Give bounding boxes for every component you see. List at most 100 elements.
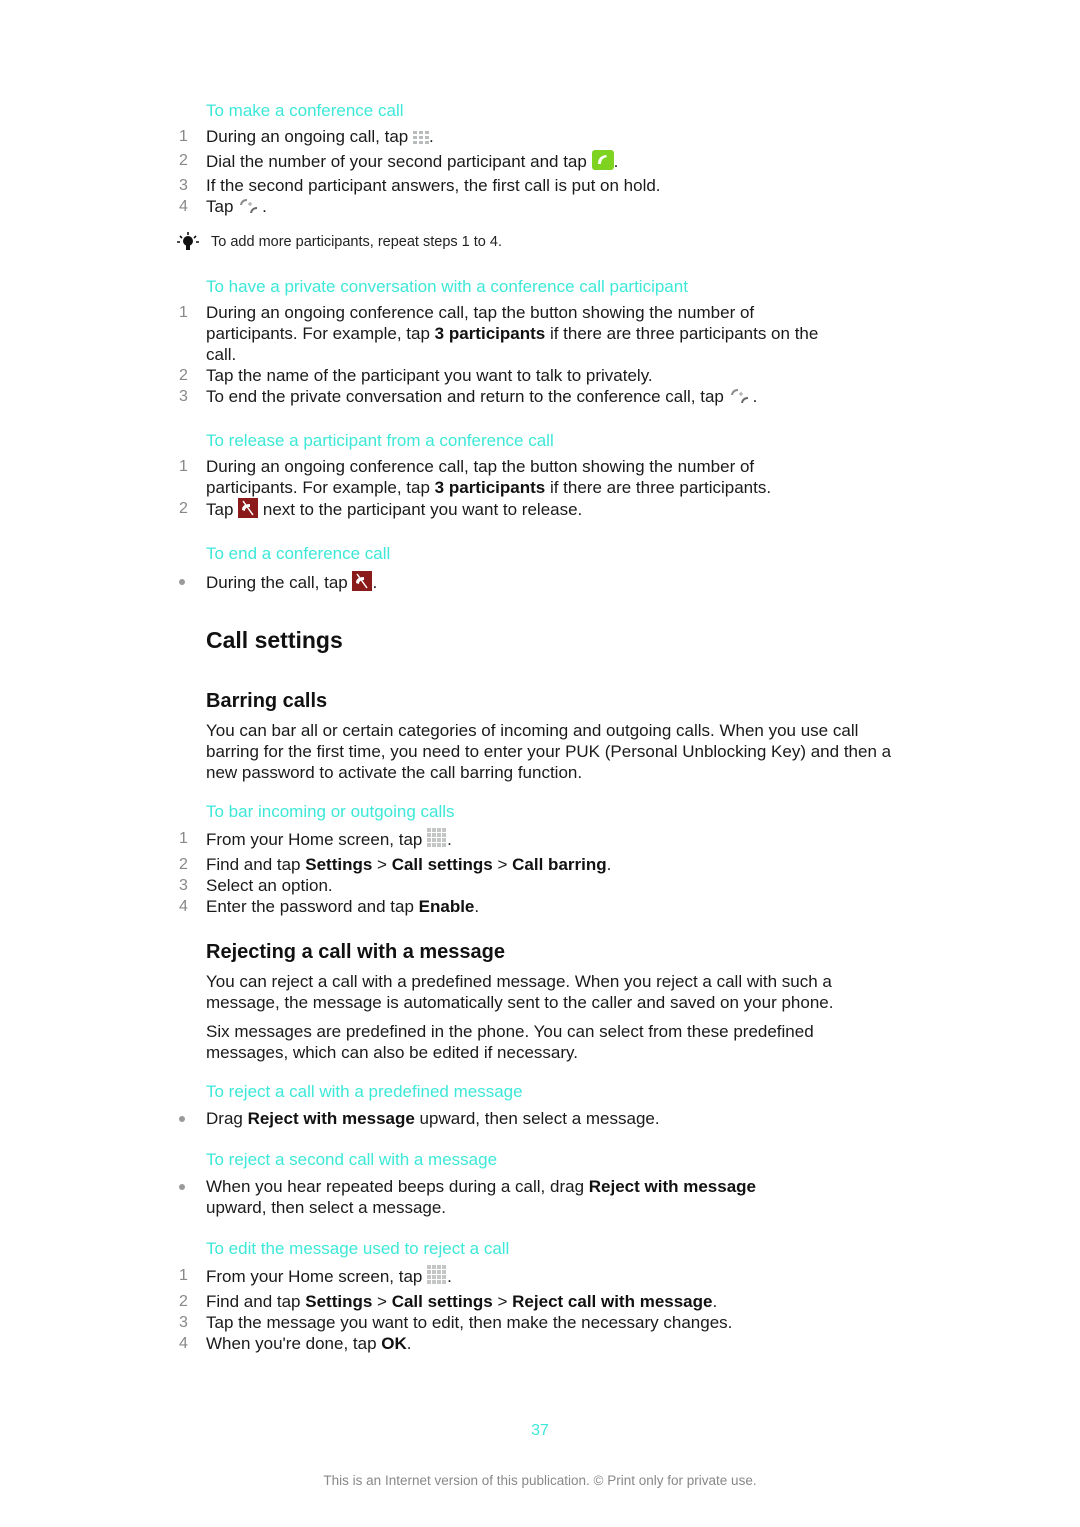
task-end-conference: To end a conference call During the call… — [179, 543, 896, 596]
step-item: 2 Find and tap Settings > Call settings … — [179, 1291, 896, 1312]
steps-list: 1 From your Home screen, tap . 2 Find an… — [179, 1265, 896, 1354]
ui-term: Call settings — [391, 1292, 493, 1311]
step-number: 4 — [179, 1335, 188, 1352]
step-number: 2 — [179, 856, 188, 873]
merge-calls-icon — [729, 387, 753, 410]
step-text: . — [447, 1267, 452, 1286]
steps-list: 1 From your Home screen, tap . 2 Find an… — [179, 828, 896, 917]
step-number: 1 — [179, 128, 188, 145]
ui-term: Settings — [305, 855, 373, 874]
step-text: When you hear repeated beeps during a ca… — [206, 1177, 589, 1196]
step-number: 4 — [179, 198, 188, 215]
dialpad-icon — [412, 129, 429, 150]
step-text: . — [752, 387, 758, 406]
step-text: Tap — [206, 500, 239, 519]
path-separator: > — [492, 1292, 513, 1311]
steps-list: 1 During an ongoing conference call, tap… — [179, 302, 896, 410]
task-edit-reject-message: To edit the message used to reject a cal… — [179, 1238, 896, 1354]
green-call-icon — [591, 150, 614, 175]
bullet-icon — [179, 1184, 185, 1190]
task-title: To reject a second call with a message — [206, 1150, 498, 1169]
app-grid-icon — [427, 828, 447, 854]
step-text: Tap — [206, 197, 239, 216]
ui-term: Settings — [305, 1292, 373, 1311]
manual-page: To make a conference call 1 During an on… — [0, 0, 1080, 1527]
step-item: 1 During an ongoing conference call, tap… — [179, 302, 846, 365]
step-text: Find and tap — [206, 855, 306, 874]
step-item: When you hear repeated beeps during a ca… — [179, 1176, 806, 1218]
step-item: 2 Tap next to the participant you want t… — [179, 498, 896, 523]
ui-term: Reject with message — [588, 1177, 756, 1196]
step-number: 2 — [179, 500, 188, 517]
end-call-icon — [238, 498, 259, 523]
ui-term: 3 participants — [434, 324, 546, 343]
path-separator: > — [372, 1292, 392, 1311]
task-title: To have a private conversation with a co… — [206, 277, 688, 296]
steps-list: When you hear repeated beeps during a ca… — [179, 1176, 896, 1218]
step-item: During the call, tap . — [179, 571, 896, 596]
step-item: 1 During an ongoing conference call, tap… — [179, 456, 836, 498]
path-separator: > — [492, 855, 513, 874]
subsection-heading: Rejecting a call with a message — [206, 941, 506, 963]
step-text: . — [606, 855, 612, 874]
step-item: 2 Tap the name of the participant you wa… — [179, 365, 896, 386]
step-text: Tap the message you want to edit, then m… — [206, 1313, 733, 1332]
step-item: 3 Tap the message you want to edit, then… — [179, 1312, 896, 1333]
steps-list: Drag Reject with message upward, then se… — [179, 1108, 896, 1129]
ui-term: OK — [381, 1334, 407, 1353]
step-number: 1 — [179, 830, 188, 847]
step-text: next to the participant you want to rele… — [258, 500, 583, 519]
subsection-heading: Barring calls — [206, 690, 328, 712]
step-item: 3 Select an option. — [179, 875, 896, 896]
step-number: 2 — [179, 152, 188, 169]
step-text: . — [428, 127, 434, 146]
step-text: Find and tap — [206, 1292, 306, 1311]
bullet-icon — [179, 579, 185, 585]
task-reject-second-call: To reject a second call with a message W… — [179, 1149, 896, 1218]
step-number: 1 — [179, 1267, 188, 1284]
task-release-participant: To release a participant from a conferen… — [179, 430, 896, 523]
step-number: 1 — [179, 458, 188, 475]
step-text: upward, then select a message. — [414, 1109, 660, 1128]
step-text: Dial the number of your second participa… — [206, 152, 592, 171]
task-make-conference-call: To make a conference call 1 During an on… — [177, 100, 896, 252]
step-number: 3 — [179, 877, 188, 894]
task-title: To edit the message used to reject a cal… — [206, 1239, 510, 1258]
tip-note: To add more participants, repeat steps 1… — [177, 232, 896, 252]
tip-text: To add more participants, repeat steps 1… — [211, 234, 502, 250]
task-private-conversation: To have a private conversation with a co… — [179, 276, 896, 410]
step-item: 1 From your Home screen, tap . — [179, 828, 896, 854]
task-bar-calls: To bar incoming or outgoing calls 1 From… — [179, 801, 896, 917]
step-text: From your Home screen, tap — [206, 830, 428, 849]
task-title: To bar incoming or outgoing calls — [206, 802, 455, 821]
step-number: 4 — [179, 898, 188, 915]
step-text: Tap the name of the participant you want… — [206, 366, 653, 385]
paragraph: Six messages are predefined in the phone… — [206, 1022, 814, 1062]
step-item: 2 Find and tap Settings > Call settings … — [179, 854, 896, 875]
step-text: . — [712, 1292, 718, 1311]
task-title: To reject a call with a predefined messa… — [206, 1082, 523, 1101]
step-item: 3 If the second participant answers, the… — [179, 175, 896, 196]
step-text: To end the private conversation and retu… — [206, 387, 729, 406]
section-heading: Call settings — [206, 627, 343, 653]
ui-term: Call barring — [512, 855, 607, 874]
steps-list: 1 During an ongoing conference call, tap… — [179, 456, 896, 523]
page-content: To make a conference call 1 During an on… — [177, 100, 896, 1354]
step-text: . — [406, 1334, 412, 1353]
step-text: . — [262, 197, 267, 216]
step-text: From your Home screen, tap — [206, 1267, 428, 1286]
bullet-icon — [179, 1116, 185, 1122]
step-item: 1 During an ongoing call, tap . — [179, 126, 896, 150]
step-text: If the second participant answers, the f… — [206, 176, 661, 195]
paragraph: You can bar all or certain categories of… — [206, 721, 892, 782]
step-item: 1 From your Home screen, tap . — [179, 1265, 896, 1291]
step-item: Drag Reject with message upward, then se… — [179, 1108, 896, 1129]
step-item: 4 Tap . — [179, 196, 896, 220]
paragraph: You can reject a call with a predefined … — [206, 972, 834, 1012]
task-reject-predefined: To reject a call with a predefined messa… — [179, 1081, 896, 1129]
task-title: To end a conference call — [206, 544, 391, 563]
step-text: Drag — [206, 1109, 248, 1128]
step-number: 3 — [179, 177, 188, 194]
step-text: . — [447, 830, 452, 849]
task-title: To make a conference call — [206, 101, 404, 120]
